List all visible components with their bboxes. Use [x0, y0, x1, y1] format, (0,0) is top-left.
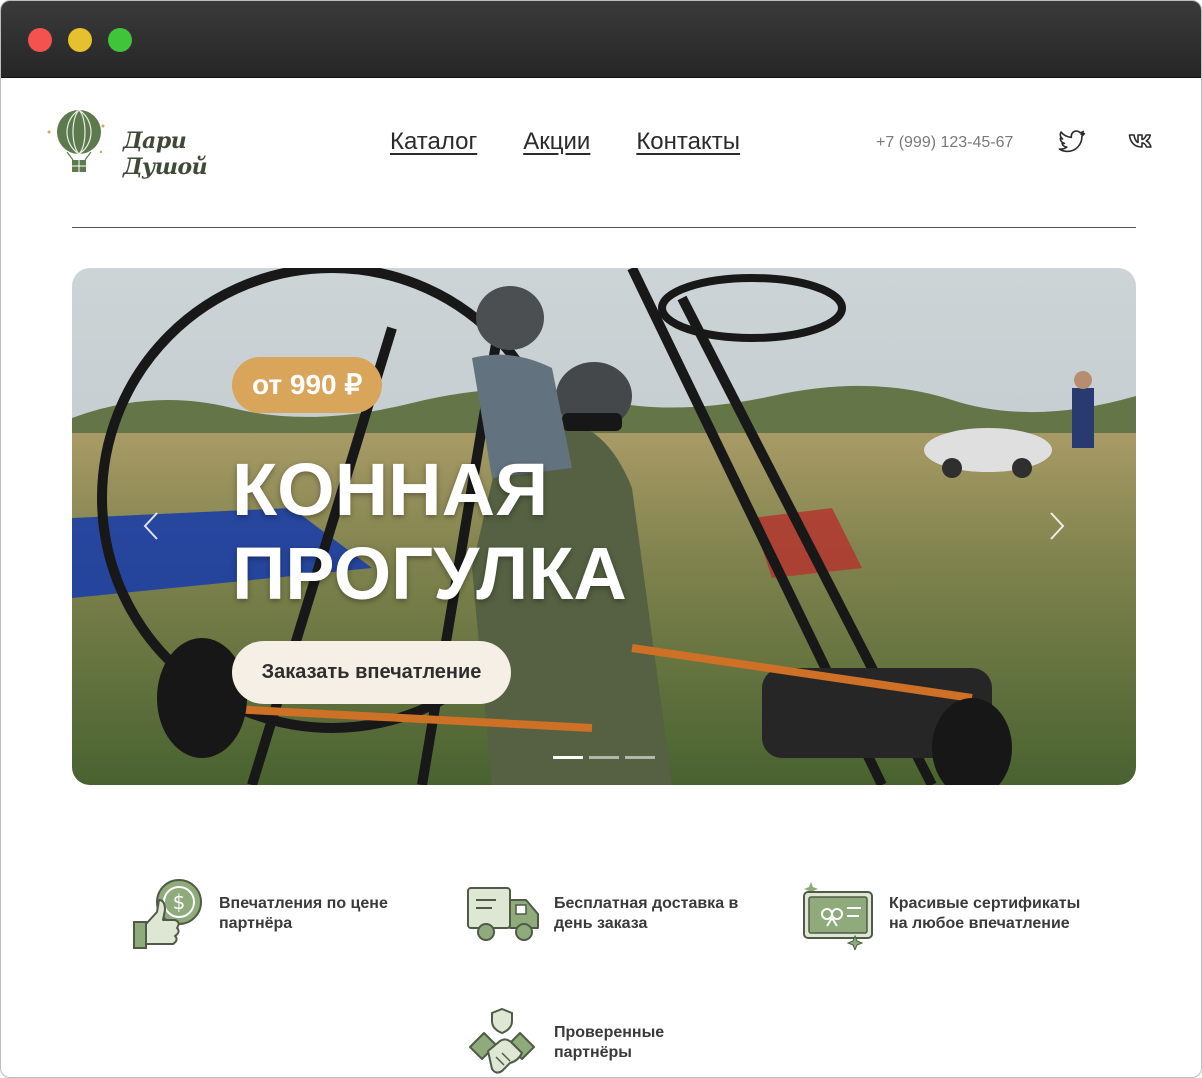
feature-free-delivery: Бесплатная доставка в день заказа	[466, 878, 738, 950]
feature-partner-price: $ Впечатления по цене партнёра	[131, 878, 388, 950]
chevron-left-icon[interactable]	[142, 511, 162, 541]
feature-line2: партнёры	[554, 1044, 632, 1061]
hero-title: КОННАЯ ПРОГУЛКА	[232, 448, 627, 616]
slider-pagination	[553, 756, 655, 759]
twitter-icon[interactable]	[1058, 130, 1086, 154]
nav-promotions-link[interactable]: Акции	[523, 128, 590, 156]
feature-line1: Бесплатная доставка в	[554, 895, 739, 912]
feature-line1: Впечатления по цене	[219, 895, 388, 912]
site-header: Дари Душой Каталог Акции Контакты +7 (99…	[1, 78, 1201, 228]
browser-window: Дари Душой Каталог Акции Контакты +7 (99…	[0, 0, 1202, 1078]
slide-dot-2[interactable]	[589, 756, 619, 759]
main-nav: Каталог Акции Контакты	[390, 128, 740, 156]
thumbs-up-dollar-icon: $	[133, 879, 202, 949]
hero-slider[interactable]: от 990 ₽ КОННАЯ ПРОГУЛКА Заказать впечат…	[72, 268, 1136, 785]
hot-air-balloon-icon	[47, 109, 105, 172]
order-experience-button[interactable]: Заказать впечатление	[232, 641, 511, 704]
logo-text: Дари Душой	[123, 128, 208, 180]
window-titlebar	[1, 1, 1201, 78]
close-window-button[interactable]	[28, 28, 52, 52]
header-divider	[72, 227, 1136, 228]
gift-certificate-icon	[803, 882, 873, 950]
feature-line1: Проверенные	[554, 1024, 665, 1041]
phone-number[interactable]: +7 (999) 123-45-67	[876, 134, 1013, 152]
handshake-shield-icon	[469, 1007, 535, 1074]
feature-text: Впечатления по цене партнёра	[219, 894, 388, 934]
hero-title-line2: ПРОГУЛКА	[232, 532, 627, 615]
nav-catalog-link[interactable]: Каталог	[390, 128, 477, 156]
minimize-window-button[interactable]	[68, 28, 92, 52]
feature-line2: партнёра	[219, 915, 293, 932]
slide-dot-1[interactable]	[553, 756, 583, 759]
vk-icon[interactable]	[1128, 132, 1156, 152]
feature-verified-partners: Проверенные партнёры	[466, 1007, 664, 1077]
price-badge: от 990 ₽	[232, 357, 383, 413]
maximize-window-button[interactable]	[108, 28, 132, 52]
feature-line2: на любое впечатление	[889, 915, 1070, 932]
feature-text: Красивые сертификаты на любое впечатлени…	[889, 894, 1080, 934]
feature-line2: день заказа	[554, 915, 648, 932]
delivery-truck-icon	[467, 887, 539, 941]
feature-line1: Красивые сертификаты	[889, 895, 1081, 912]
feature-certificates: Красивые сертификаты на любое впечатлени…	[801, 878, 1080, 950]
svg-text:$: $	[173, 890, 186, 914]
feature-text: Бесплатная доставка в день заказа	[554, 894, 738, 934]
feature-text: Проверенные партнёры	[554, 1023, 664, 1063]
chevron-right-icon[interactable]	[1046, 511, 1066, 541]
nav-contacts-link[interactable]: Контакты	[636, 128, 740, 156]
hero-title-line1: КОННАЯ	[232, 448, 549, 531]
slide-dot-3[interactable]	[625, 756, 655, 759]
site-logo[interactable]: Дари Душой	[45, 108, 255, 180]
